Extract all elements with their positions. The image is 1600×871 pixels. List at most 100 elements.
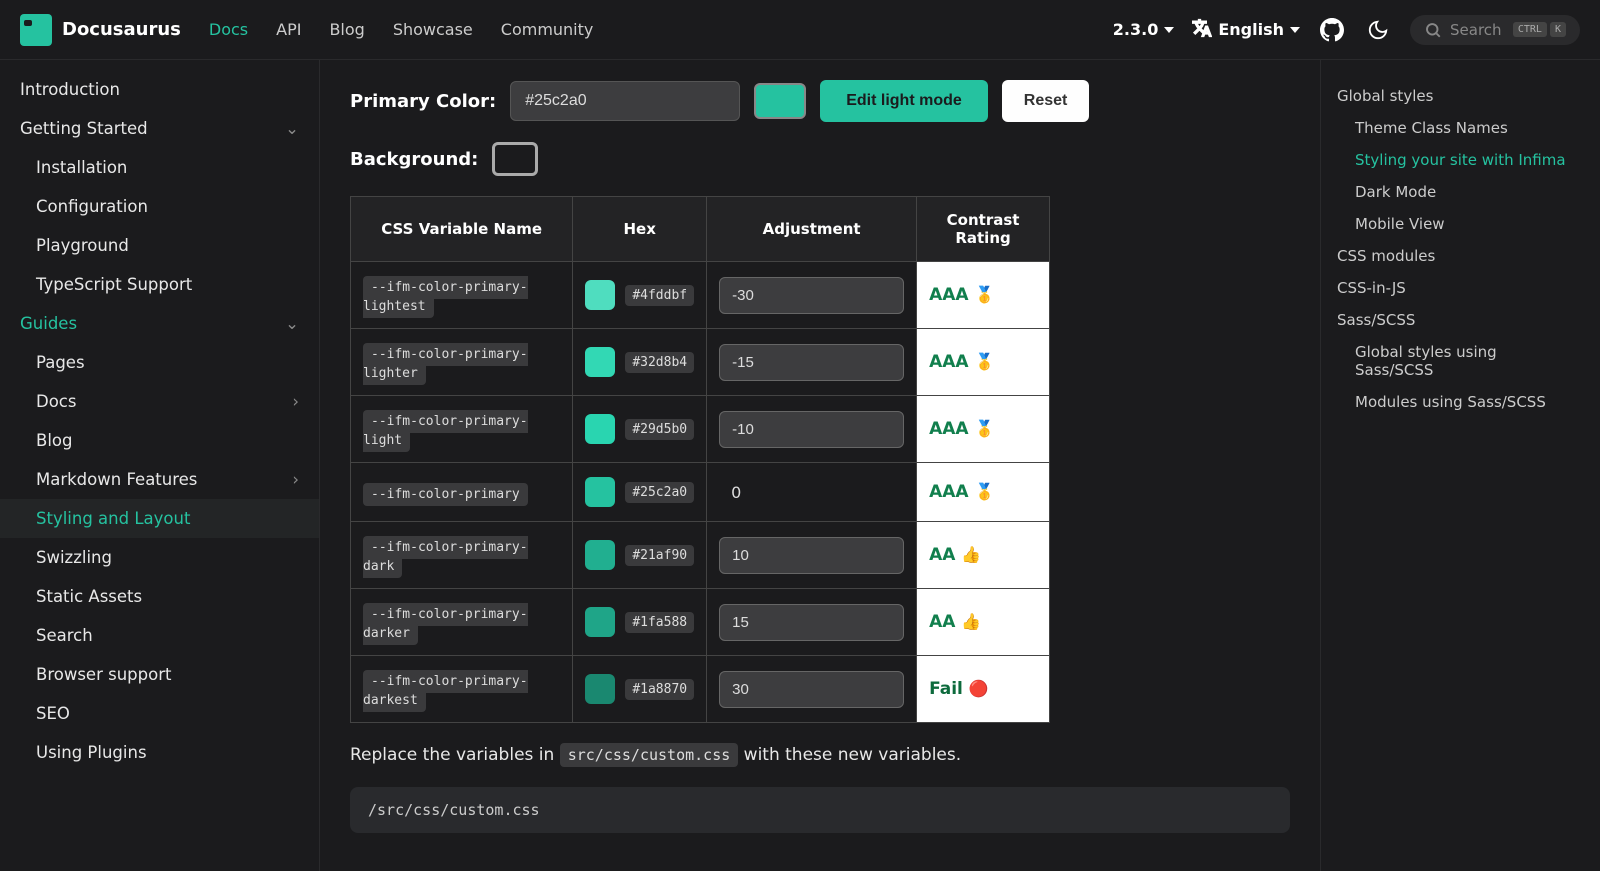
sidebar-item-blog[interactable]: Blog (0, 421, 319, 460)
toc-item-theme-class-names[interactable]: Theme Class Names (1321, 112, 1590, 144)
adjustment-input[interactable] (719, 604, 904, 641)
sidebar-item-playground[interactable]: Playground (0, 226, 319, 265)
nav-link-api[interactable]: API (276, 20, 301, 39)
sidebar-item-label: TypeScript Support (36, 275, 192, 294)
table-row: --ifm-color-primary-lighter#32d8b4AAA 🥇 (351, 329, 1050, 396)
sidebar-item-static-assets[interactable]: Static Assets (0, 577, 319, 616)
contrast-rating: AA (929, 612, 961, 632)
code-block-title: /src/css/custom.css (350, 787, 1290, 833)
logo[interactable]: Docusaurus (20, 14, 181, 46)
language-dropdown[interactable]: English (1192, 18, 1300, 42)
sidebar-item-label: Swizzling (36, 548, 112, 567)
chevron-down-icon: ⌄ (285, 119, 299, 138)
sidebar-item-label: Blog (36, 431, 72, 450)
search-placeholder: Search (1450, 21, 1505, 39)
version-dropdown[interactable]: 2.3.0 (1113, 20, 1175, 39)
sidebar-item-label: Configuration (36, 197, 148, 216)
sidebar-item-getting-started[interactable]: Getting Started ⌄ (0, 109, 319, 148)
sidebar-item-installation[interactable]: Installation (0, 148, 319, 187)
sidebar-item-typescript-support[interactable]: TypeScript Support (0, 265, 319, 304)
caret-down-icon (1164, 27, 1174, 33)
search-icon (1424, 21, 1442, 39)
sidebar-item-label: Docs (36, 392, 76, 411)
background-label: Background: (350, 149, 478, 170)
sidebar-item-styling-and-layout[interactable]: Styling and Layout (0, 499, 319, 538)
hex-value: #25c2a0 (625, 482, 694, 503)
sidebar-item-using-plugins[interactable]: Using Plugins (0, 733, 319, 772)
github-link[interactable] (1318, 16, 1346, 44)
sidebar-item-seo[interactable]: SEO (0, 694, 319, 733)
sidebar-item-browser-support[interactable]: Browser support (0, 655, 319, 694)
edit-light-mode-button[interactable]: Edit light mode (820, 80, 988, 122)
sidebar-item-search[interactable]: Search (0, 616, 319, 655)
chevron-right-icon: › (292, 392, 299, 411)
adjustment-input[interactable] (719, 277, 904, 314)
rating-emoji-icon: 👍 (961, 545, 981, 564)
hex-value: #1fa588 (625, 612, 694, 633)
toc-item-styling-your-site-with-infima[interactable]: Styling your site with Infima (1321, 144, 1590, 176)
nav-link-blog[interactable]: Blog (329, 20, 364, 39)
css-var-name: --ifm-color-primary-light (363, 410, 528, 452)
primary-color-swatch[interactable] (754, 83, 806, 119)
table-row: --ifm-color-primary-lightest#4fddbfAAA 🥇 (351, 262, 1050, 329)
adjustment-input[interactable] (719, 344, 904, 381)
toc-item-css-modules[interactable]: CSS modules (1321, 240, 1590, 272)
primary-color-label: Primary Color: (350, 91, 496, 112)
sidebar-item-pages[interactable]: Pages (0, 343, 319, 382)
color-swatch (585, 477, 615, 507)
primary-color-input[interactable] (510, 81, 740, 121)
adjustment-input[interactable] (719, 671, 904, 708)
version-label: 2.3.0 (1113, 20, 1159, 39)
sidebar-item-introduction[interactable]: Introduction (0, 70, 319, 109)
nav-link-community[interactable]: Community (501, 20, 594, 39)
sidebar-item-markdown-features[interactable]: Markdown Features› (0, 460, 319, 499)
toc-item-global-styles-using-sass-scss[interactable]: Global styles using Sass/SCSS (1321, 336, 1590, 386)
rating-emoji-icon: 🥇 (975, 352, 995, 371)
toc-item-mobile-view[interactable]: Mobile View (1321, 208, 1590, 240)
docusaurus-logo-icon (20, 14, 52, 46)
sidebar-item-label: Installation (36, 158, 127, 177)
sidebar-item-label: Pages (36, 353, 85, 372)
toc-item-dark-mode[interactable]: Dark Mode (1321, 176, 1590, 208)
toc-item-css-in-js[interactable]: CSS-in-JS (1321, 272, 1590, 304)
table-row: --ifm-color-primary-darker#1fa588AA 👍 (351, 589, 1050, 656)
adjustment-input[interactable] (719, 537, 904, 574)
css-var-name: --ifm-color-primary-darker (363, 603, 528, 645)
theme-toggle[interactable] (1364, 16, 1392, 44)
table-row: --ifm-color-primary-darkest#1a8870Fail 🔴 (351, 656, 1050, 723)
table-row: --ifm-color-primary-light#29d5b0AAA 🥇 (351, 396, 1050, 463)
nav-link-docs[interactable]: Docs (209, 20, 248, 39)
sidebar-item-label: Using Plugins (36, 743, 147, 762)
background-swatch[interactable] (492, 142, 538, 176)
sidebar-item-guides[interactable]: Guides⌄ (0, 304, 319, 343)
sidebar-item-docs[interactable]: Docs › (0, 382, 319, 421)
color-swatch (585, 540, 615, 570)
color-swatch (585, 674, 615, 704)
table-row: --ifm-color-primary-dark#21af90AA 👍 (351, 522, 1050, 589)
hex-value: #32d8b4 (625, 352, 694, 373)
sidebar[interactable]: Introduction Getting Started ⌄ Installation… (0, 60, 320, 871)
custom-css-path: src/css/custom.css (560, 743, 739, 767)
rating-emoji-icon: 🥇 (975, 285, 995, 304)
sidebar-item-label: Search (36, 626, 93, 645)
adjustment-input[interactable] (719, 411, 904, 448)
search-box[interactable]: Search CTRL K (1410, 15, 1580, 45)
color-swatch (585, 347, 615, 377)
toc-item-global-styles[interactable]: Global styles (1321, 80, 1590, 112)
nav-link-showcase[interactable]: Showcase (393, 20, 473, 39)
sidebar-item-label: Markdown Features (36, 470, 197, 489)
moon-icon (1367, 19, 1389, 41)
color-swatch (585, 607, 615, 637)
sidebar-item-configuration[interactable]: Configuration (0, 187, 319, 226)
reset-button[interactable]: Reset (1002, 80, 1090, 122)
sidebar-item-swizzling[interactable]: Swizzling (0, 538, 319, 577)
sidebar-item-label: SEO (36, 704, 70, 723)
adjustment-value: 0 (719, 483, 753, 502)
css-var-name: --ifm-color-primary-lighter (363, 343, 528, 385)
toc-item-sass-scss[interactable]: Sass/SCSS (1321, 304, 1590, 336)
contrast-rating: Fail (929, 679, 969, 699)
toc-item-modules-using-sass-scss[interactable]: Modules using Sass/SCSS (1321, 386, 1590, 418)
sidebar-item-label: Guides (20, 314, 77, 333)
github-icon (1320, 18, 1344, 42)
sidebar-item-label: Getting Started (20, 119, 148, 138)
